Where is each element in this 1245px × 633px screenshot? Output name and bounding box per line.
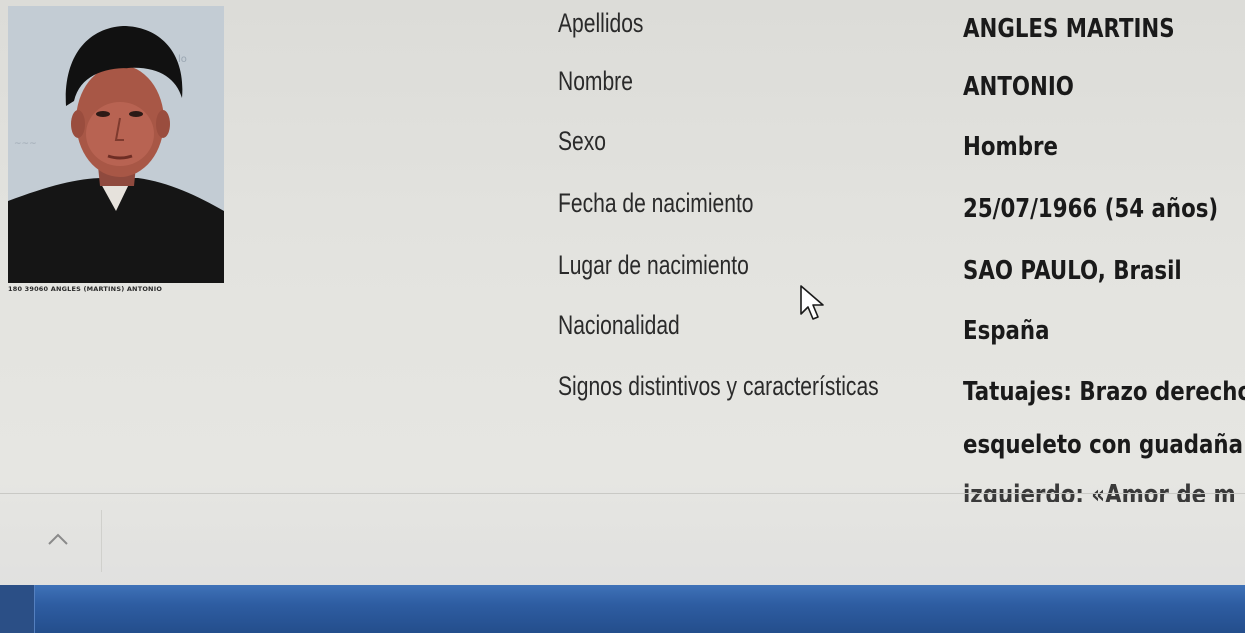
detail-value: ANTONIO (963, 72, 1074, 102)
detail-label: Nombre (558, 66, 633, 96)
detail-value-continuation: esqueleto con guadaña (963, 430, 1244, 460)
detail-value: ANGLES MARTINS (963, 14, 1175, 44)
person-photo: lo ~~~ (8, 6, 224, 283)
detail-value: España (963, 316, 1050, 346)
portrait-image: lo ~~~ (8, 6, 224, 283)
profile-page: lo ~~~ 180 39060 ANGLES (MARTINS) ANTONI… (0, 0, 1245, 585)
detail-value: SAO PAULO, Brasil (963, 256, 1182, 286)
detail-row-apellidos: Apellidos ANGLES MARTINS (558, 8, 1245, 48)
svg-text:lo: lo (178, 54, 187, 65)
detail-row-nombre: Nombre ANTONIO (558, 66, 1245, 106)
detail-value: Hombre (963, 132, 1058, 162)
mouse-pointer-icon (799, 284, 825, 327)
svg-text:~~~: ~~~ (14, 139, 37, 149)
photo-caption: 180 39060 ANGLES (MARTINS) ANTONIO (8, 285, 163, 293)
detail-row-nacionalidad: Nacionalidad España (558, 310, 1245, 350)
detail-row-lugar-nacimiento: Lugar de nacimiento SAO PAULO, Brasil (558, 250, 1245, 290)
detail-label: Sexo (558, 126, 607, 156)
detail-value: Tatuajes: Brazo derecho (963, 377, 1245, 407)
detail-row-fecha-nacimiento: Fecha de nacimiento 25/07/1966 (54 años) (558, 188, 1245, 228)
detail-label: Signos distintivos y características (558, 371, 879, 401)
detail-label: Lugar de nacimiento (558, 250, 749, 280)
panel-separator (101, 510, 102, 572)
detail-value: 25/07/1966 (54 años) (963, 194, 1219, 224)
start-button[interactable] (0, 585, 35, 633)
detail-row-signos: Signos distintivos y características Tat… (558, 371, 1245, 411)
detail-value-continuation: izquierdo: «Amor de m (963, 480, 1236, 502)
section-divider (0, 493, 1245, 494)
chevron-up-icon[interactable] (46, 528, 70, 550)
detail-label: Nacionalidad (558, 310, 680, 340)
detail-row-sexo: Sexo Hombre (558, 126, 1245, 166)
detail-label: Fecha de nacimiento (558, 188, 754, 218)
detail-label: Apellidos (558, 8, 644, 38)
taskbar (0, 585, 1245, 633)
